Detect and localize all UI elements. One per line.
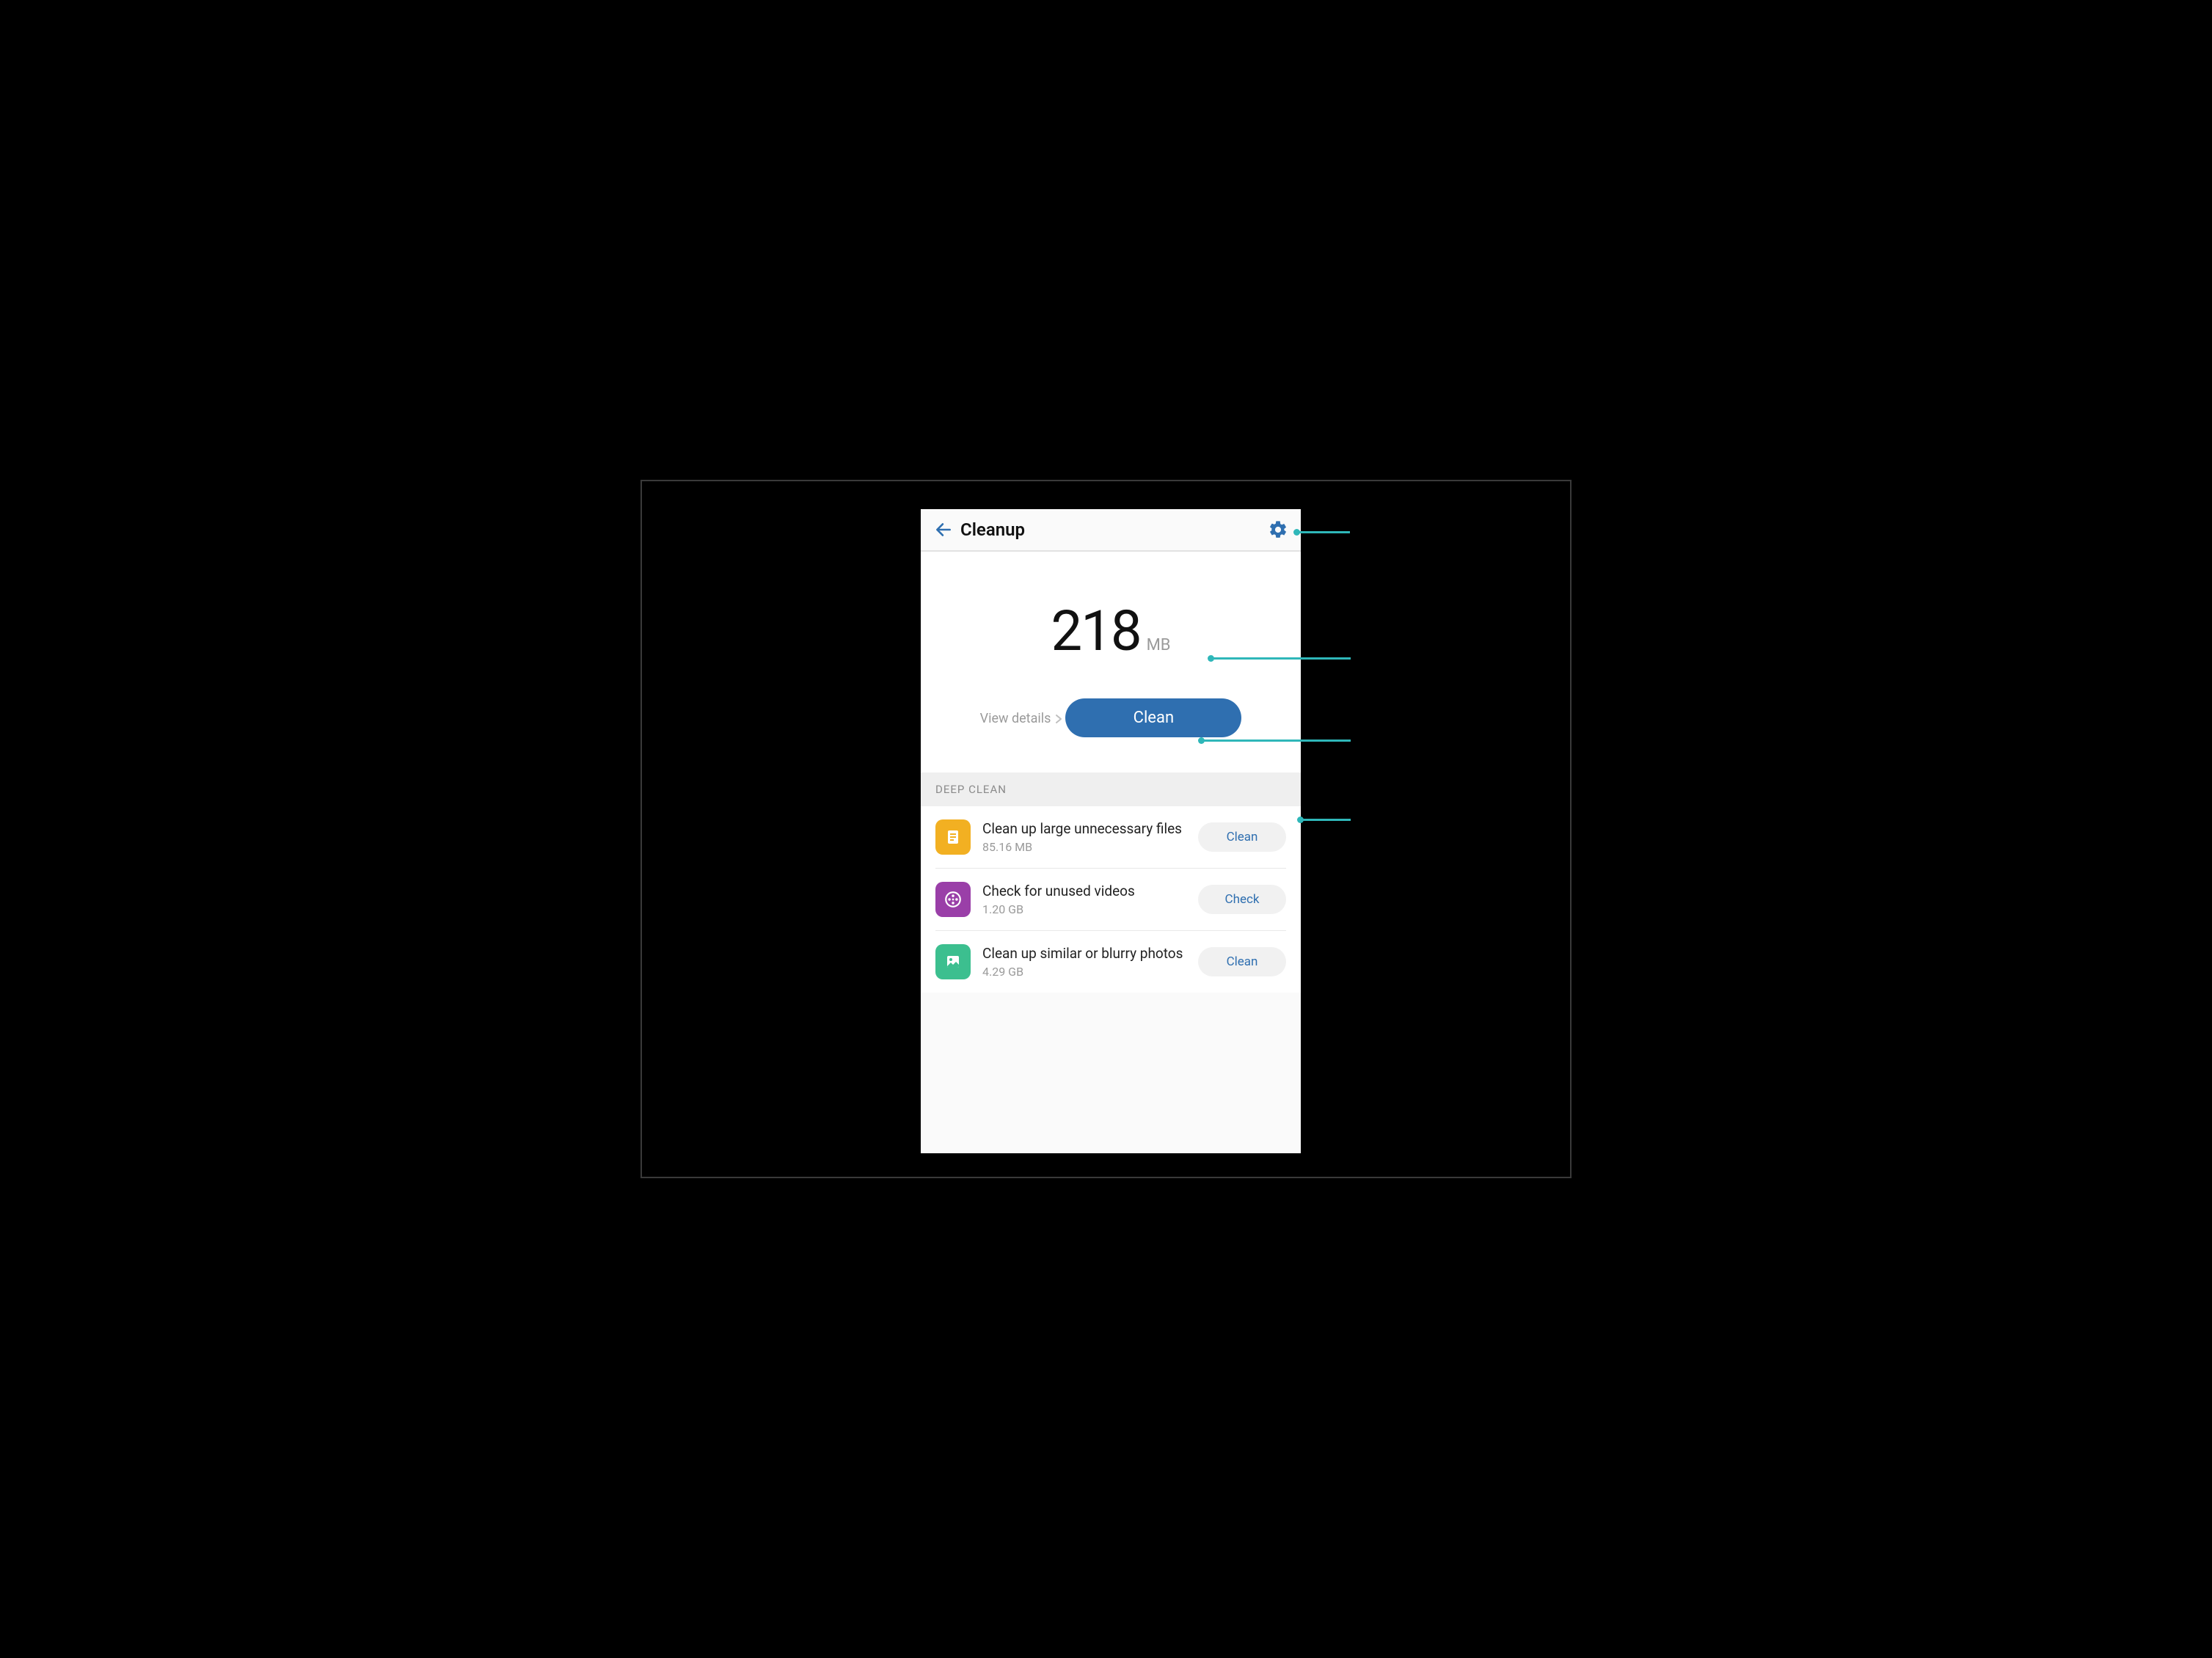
list-item-title: Clean up similar or blurry photos	[982, 945, 1186, 963]
list-item[interactable]: Clean up large unnecessary files 85.16 M…	[935, 806, 1286, 869]
gear-icon	[1268, 519, 1288, 540]
row-action-button[interactable]: Clean	[1198, 947, 1286, 976]
list-item[interactable]: Clean up similar or blurry photos 4.29 G…	[935, 931, 1286, 993]
app-header: Cleanup	[921, 509, 1301, 552]
section-header-deep-clean: DEEP CLEAN	[921, 773, 1301, 806]
list-item-sub: 85.16 MB	[982, 840, 1186, 854]
callout-line	[1211, 657, 1351, 660]
list-item[interactable]: Check for unused videos 1.20 GB Check	[935, 869, 1286, 931]
video-reel-icon	[935, 882, 971, 917]
list-item-sub: 1.20 GB	[982, 902, 1186, 916]
list-item-text: Check for unused videos 1.20 GB	[982, 883, 1186, 917]
list-item-text: Clean up large unnecessary files 85.16 M…	[982, 820, 1186, 855]
clean-button[interactable]: Clean	[1065, 698, 1241, 737]
junk-unit: MB	[1147, 636, 1171, 654]
list-item-title: Clean up large unnecessary files	[982, 820, 1186, 838]
chevron-right-icon	[1055, 714, 1062, 724]
list-item-sub: 4.29 GB	[982, 965, 1186, 979]
settings-button[interactable]	[1266, 517, 1291, 542]
deep-clean-list: Clean up large unnecessary files 85.16 M…	[921, 806, 1301, 993]
view-details-link[interactable]: View details	[980, 711, 1063, 726]
callout-line	[1301, 819, 1351, 821]
callout-line	[1297, 531, 1350, 533]
list-item-text: Clean up similar or blurry photos 4.29 G…	[982, 945, 1186, 979]
junk-amount: 218	[1051, 603, 1140, 659]
stage: Cleanup 218 MB View details Clean DEEP	[640, 480, 1572, 1178]
view-details-label: View details	[980, 711, 1051, 726]
callout-line	[1202, 739, 1351, 742]
arrow-left-icon	[934, 520, 953, 539]
files-icon	[935, 819, 971, 855]
row-action-button[interactable]: Check	[1198, 885, 1286, 914]
summary-amount-row: 218 MB	[921, 603, 1301, 659]
list-item-title: Check for unused videos	[982, 883, 1186, 900]
phone-screen: Cleanup 218 MB View details Clean DEEP	[921, 509, 1301, 1153]
page-title: Cleanup	[960, 519, 1025, 540]
row-action-button[interactable]: Clean	[1198, 822, 1286, 852]
back-button[interactable]	[931, 517, 956, 542]
photo-icon	[935, 944, 971, 979]
